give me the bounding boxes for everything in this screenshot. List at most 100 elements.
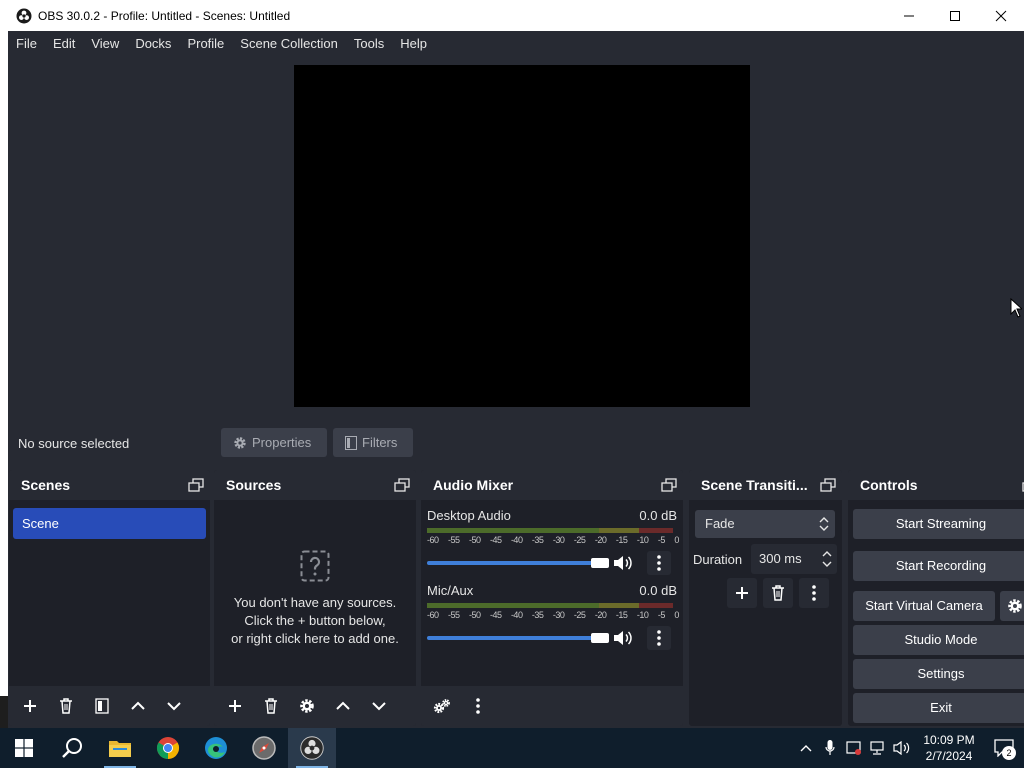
move-source-down-button[interactable] [364, 691, 394, 721]
kebab-menu-icon [476, 698, 480, 714]
empty-line-3: or right click here to add one. [231, 631, 399, 646]
source-properties-button[interactable] [292, 691, 322, 721]
transition-menu-button[interactable] [799, 578, 829, 608]
tick-label: -50 [468, 535, 481, 545]
menu-tools[interactable]: Tools [346, 31, 392, 57]
undock-icon[interactable] [661, 478, 677, 492]
add-scene-button[interactable] [15, 691, 45, 721]
taskbar-app[interactable] [240, 728, 288, 768]
slider-handle[interactable] [591, 633, 609, 643]
search-button[interactable] [48, 728, 96, 768]
tick-label: -40 [510, 535, 523, 545]
menu-docks[interactable]: Docks [127, 31, 179, 57]
start-button[interactable] [0, 728, 48, 768]
undock-icon[interactable] [188, 478, 204, 492]
properties-label: Properties [252, 435, 312, 450]
maximize-button[interactable] [932, 0, 978, 31]
undock-icon[interactable] [394, 478, 410, 492]
channel-level: 0.0 dB [639, 508, 677, 523]
speaker-icon[interactable] [613, 630, 633, 646]
duration-spinbox[interactable]: 300 ms [751, 544, 837, 574]
add-source-button[interactable] [220, 691, 250, 721]
menu-file[interactable]: File [8, 31, 45, 57]
move-source-up-button[interactable] [328, 691, 358, 721]
tick-label: -15 [615, 535, 628, 545]
taskbar-clock[interactable]: 10:09 PM 2/7/2024 [914, 732, 984, 764]
properties-button[interactable]: Properties [221, 428, 327, 457]
windows-logo-icon [15, 739, 33, 757]
empty-line-1: You don't have any sources. [233, 595, 397, 610]
taskbar-obs[interactable] [288, 728, 336, 768]
tick-label: -35 [531, 610, 544, 620]
channel-menu-button[interactable] [647, 551, 671, 575]
close-button[interactable] [978, 0, 1024, 31]
sources-toolbar [214, 686, 416, 726]
move-scene-down-button[interactable] [159, 691, 189, 721]
source-toolbar: No source selected Properties Filters [8, 422, 1024, 466]
tray-network[interactable] [866, 728, 890, 768]
scenes-header: Scenes [9, 470, 210, 500]
start-recording-button[interactable]: Start Recording [853, 551, 1024, 581]
question-icon [300, 550, 330, 582]
menu-edit[interactable]: Edit [45, 31, 83, 57]
remove-transition-button[interactable] [763, 578, 793, 608]
tray-security[interactable] [842, 728, 866, 768]
channel-menu-button[interactable] [647, 626, 671, 650]
spin-arrows-icon[interactable] [821, 549, 833, 569]
tray-volume[interactable] [890, 728, 914, 768]
tick-label: -10 [636, 610, 649, 620]
volume-slider[interactable] [427, 555, 609, 571]
kebab-menu-icon [812, 585, 816, 601]
menu-scene-collection[interactable]: Scene Collection [232, 31, 346, 57]
settings-button[interactable]: Settings [853, 659, 1024, 689]
tick-label: -35 [531, 535, 544, 545]
tray-chevron[interactable] [794, 728, 818, 768]
scene-filters-button[interactable] [87, 691, 117, 721]
remove-scene-button[interactable] [51, 691, 81, 721]
compass-icon [252, 736, 276, 760]
kebab-menu-icon [657, 555, 661, 571]
obs-window: OBS 30.0.2 - Profile: Untitled - Scenes:… [0, 0, 1024, 768]
taskbar-chrome[interactable] [144, 728, 192, 768]
sources-empty-state[interactable]: You don't have any sources. Click the + … [214, 550, 416, 648]
filters-button[interactable]: Filters [333, 428, 413, 457]
channel-name: Mic/Aux [427, 583, 474, 598]
menu-profile[interactable]: Profile [179, 31, 232, 57]
transitions-header: Scene Transiti... [689, 470, 842, 500]
taskbar-file-explorer[interactable] [96, 728, 144, 768]
scene-list-item[interactable]: Scene [13, 508, 206, 539]
chevron-up-icon [131, 701, 145, 710]
trash-icon [265, 698, 277, 714]
taskbar-edge[interactable] [192, 728, 240, 768]
filter-icon [345, 435, 357, 450]
network-icon [870, 741, 884, 755]
exit-button[interactable]: Exit [853, 693, 1024, 723]
undock-icon[interactable] [820, 478, 836, 492]
transition-select[interactable]: Fade [695, 510, 835, 538]
tick-label: 0 [674, 610, 679, 620]
tick-label: -20 [594, 535, 607, 545]
volume-slider[interactable] [427, 630, 609, 646]
menu-help[interactable]: Help [392, 31, 435, 57]
advanced-audio-button[interactable] [427, 691, 457, 721]
tray-microphone[interactable] [818, 728, 842, 768]
remove-source-button[interactable] [256, 691, 286, 721]
slider-handle[interactable] [591, 558, 609, 568]
studio-mode-button[interactable]: Studio Mode [853, 625, 1024, 655]
controls-dock: Controls Start Streaming Start Recording… [848, 470, 1024, 726]
tick-label: -15 [615, 610, 628, 620]
scene-transitions-dock: Scene Transiti... Fade Duration 300 ms [689, 470, 842, 726]
menu-view[interactable]: View [83, 31, 127, 57]
move-scene-up-button[interactable] [123, 691, 153, 721]
virtual-camera-settings-button[interactable] [1000, 591, 1024, 621]
preview-canvas[interactable] [294, 65, 750, 407]
chevron-up-icon [336, 701, 350, 710]
minimize-button[interactable] [886, 0, 932, 31]
audio-mixer-menu-button[interactable] [463, 691, 493, 721]
add-transition-button[interactable] [727, 578, 757, 608]
start-virtual-camera-button[interactable]: Start Virtual Camera [853, 591, 995, 621]
notification-center-button[interactable]: 2 [984, 728, 1024, 768]
start-streaming-button[interactable]: Start Streaming [853, 509, 1024, 539]
speaker-icon[interactable] [613, 555, 633, 571]
tick-label: -45 [489, 535, 502, 545]
